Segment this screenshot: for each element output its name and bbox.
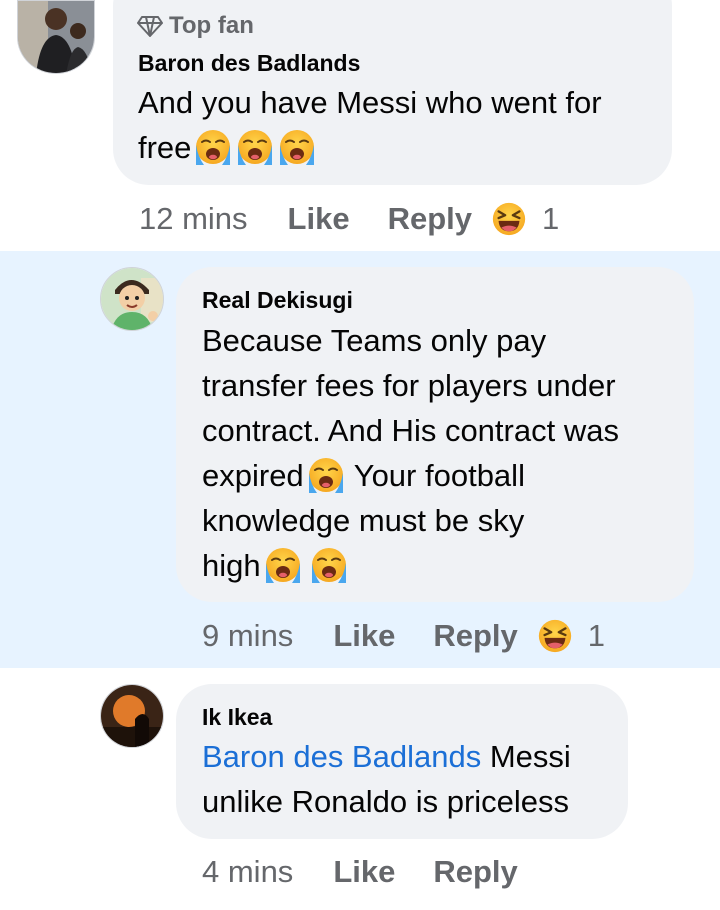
reply-button[interactable]: Reply xyxy=(433,618,517,654)
comment-author[interactable]: Ik Ikea xyxy=(202,704,272,731)
like-button[interactable]: Like xyxy=(288,201,350,237)
comment-author[interactable]: Real Dekisugi xyxy=(202,287,353,314)
badge-label: Top fan xyxy=(169,12,254,39)
avatar[interactable] xyxy=(17,0,95,74)
comment-bubble: Ik Ikea Baron des Badlands Messi unlike … xyxy=(176,684,628,839)
diamond-icon xyxy=(137,16,163,37)
comment-actions: 4 mins Like Reply xyxy=(202,854,518,890)
comment-2: Real Dekisugi Because Teams only pay tra… xyxy=(0,251,720,668)
comment-actions: 12 mins Like Reply 1 xyxy=(139,200,559,238)
avatar-photo-icon xyxy=(101,685,163,747)
avatar-cartoon-icon xyxy=(101,268,163,330)
comment-author[interactable]: Baron des Badlands xyxy=(138,50,360,77)
mention-link[interactable]: Baron des Badlands xyxy=(202,739,481,774)
comment-bubble: Real Dekisugi Because Teams only pay tra… xyxy=(176,267,694,602)
comment-text: Because Teams only pay transfer fees for… xyxy=(202,323,619,585)
timestamp[interactable]: 12 mins xyxy=(139,201,248,237)
comment-bubble: Top fan Baron des Badlands And you have … xyxy=(113,0,672,185)
comment-1: Top fan Baron des Badlands And you have … xyxy=(0,0,720,251)
reaction-count[interactable]: 1 xyxy=(588,618,605,654)
loudly-crying-face-icon xyxy=(263,545,303,585)
reply-button[interactable]: Reply xyxy=(433,854,517,890)
loudly-crying-face-icon xyxy=(277,127,317,167)
loudly-crying-face-icon xyxy=(309,545,349,585)
avatar-photo-icon xyxy=(18,1,94,73)
haha-reaction-icon[interactable] xyxy=(490,200,528,238)
avatar[interactable] xyxy=(100,684,164,748)
comment-3: Ik Ikea Baron des Badlands Messi unlike … xyxy=(0,668,720,910)
top-fan-badge: Top fan xyxy=(137,12,254,40)
haha-reaction-icon[interactable] xyxy=(536,617,574,655)
comment-text: And you have Messi who went for free xyxy=(138,85,602,167)
timestamp[interactable]: 4 mins xyxy=(202,854,293,890)
reaction-count[interactable]: 1 xyxy=(542,201,559,237)
comment-actions: 9 mins Like Reply 1 xyxy=(202,617,605,655)
like-button[interactable]: Like xyxy=(333,854,395,890)
loudly-crying-face-icon xyxy=(193,127,233,167)
timestamp[interactable]: 9 mins xyxy=(202,618,293,654)
comment-text: Baron des Badlands Messi unlike Ronaldo … xyxy=(202,739,571,819)
loudly-crying-face-icon xyxy=(235,127,275,167)
reply-button[interactable]: Reply xyxy=(388,201,472,237)
loudly-crying-face-icon xyxy=(306,455,346,495)
avatar[interactable] xyxy=(100,267,164,331)
like-button[interactable]: Like xyxy=(333,618,395,654)
